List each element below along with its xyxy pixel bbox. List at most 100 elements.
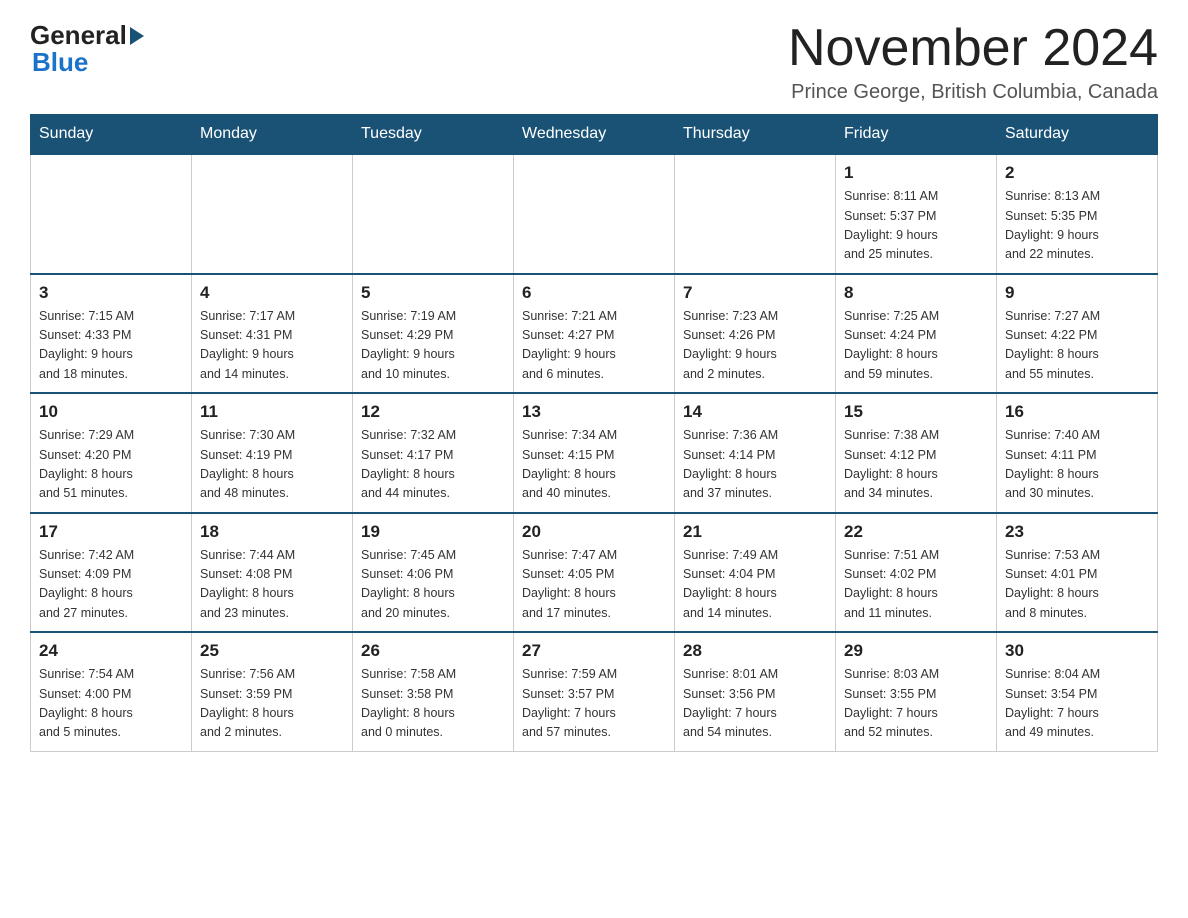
day-info: Sunrise: 8:11 AMSunset: 5:37 PMDaylight:… [844, 187, 988, 265]
day-number: 9 [1005, 283, 1149, 303]
day-cell: 28 Sunrise: 8:01 AMSunset: 3:56 PMDayligh… [675, 632, 836, 751]
title-section: November 2024 Prince George, British Col… [788, 20, 1158, 104]
day-number: 25 [200, 641, 344, 661]
day-cell: 1 Sunrise: 8:11 AMSunset: 5:37 PMDaylight… [836, 154, 997, 274]
day-info: Sunrise: 7:44 AMSunset: 4:08 PMDaylight:… [200, 546, 344, 624]
day-cell: 6 Sunrise: 7:21 AMSunset: 4:27 PMDaylight… [514, 274, 675, 394]
day-cell: 15 Sunrise: 7:38 AMSunset: 4:12 PMDayligh… [836, 393, 997, 513]
day-cell: 30Sunrise: 8:04 AMSunset: 3:54 PMDayligh… [997, 632, 1158, 751]
day-info: Sunrise: 7:23 AMSunset: 4:26 PMDaylight:… [683, 307, 827, 385]
day-number: 1 [844, 163, 988, 183]
logo-triangle-icon [130, 27, 144, 45]
day-number: 24 [39, 641, 183, 661]
day-cell [31, 154, 192, 274]
day-number: 13 [522, 402, 666, 422]
week-row-5: 24Sunrise: 7:54 AMSunset: 4:00 PMDayligh… [31, 632, 1158, 751]
day-info: Sunrise: 7:40 AMSunset: 4:11 PMDaylight:… [1005, 426, 1149, 504]
day-info: Sunrise: 7:30 AMSunset: 4:19 PMDaylight:… [200, 426, 344, 504]
location-title: Prince George, British Columbia, Canada [788, 81, 1158, 104]
day-cell: 24Sunrise: 7:54 AMSunset: 4:00 PMDayligh… [31, 632, 192, 751]
day-cell: 25 Sunrise: 7:56 AMSunset: 3:59 PMDayligh… [192, 632, 353, 751]
day-info: Sunrise: 8:13 AMSunset: 5:35 PMDaylight:… [1005, 187, 1149, 265]
weekday-header-tuesday: Tuesday [353, 115, 514, 155]
week-row-3: 10Sunrise: 7:29 AMSunset: 4:20 PMDayligh… [31, 393, 1158, 513]
day-cell [514, 154, 675, 274]
day-number: 6 [522, 283, 666, 303]
week-row-1: 1 Sunrise: 8:11 AMSunset: 5:37 PMDaylight… [31, 154, 1158, 274]
day-number: 14 [683, 402, 827, 422]
week-row-2: 3 Sunrise: 7:15 AMSunset: 4:33 PMDaylight… [31, 274, 1158, 394]
day-info: Sunrise: 7:45 AMSunset: 4:06 PMDaylight:… [361, 546, 505, 624]
day-cell [192, 154, 353, 274]
day-info: Sunrise: 7:38 AMSunset: 4:12 PMDaylight:… [844, 426, 988, 504]
day-number: 8 [844, 283, 988, 303]
day-cell: 23 Sunrise: 7:53 AMSunset: 4:01 PMDayligh… [997, 513, 1158, 633]
day-info: Sunrise: 7:15 AMSunset: 4:33 PMDaylight:… [39, 307, 183, 385]
day-cell: 19 Sunrise: 7:45 AMSunset: 4:06 PMDayligh… [353, 513, 514, 633]
day-info: Sunrise: 7:17 AMSunset: 4:31 PMDaylight:… [200, 307, 344, 385]
day-info: Sunrise: 7:27 AMSunset: 4:22 PMDaylight:… [1005, 307, 1149, 385]
day-number: 4 [200, 283, 344, 303]
calendar-table: SundayMondayTuesdayWednesdayThursdayFrid… [30, 114, 1158, 752]
day-cell: 16 Sunrise: 7:40 AMSunset: 4:11 PMDayligh… [997, 393, 1158, 513]
day-cell: 8 Sunrise: 7:25 AMSunset: 4:24 PMDaylight… [836, 274, 997, 394]
day-cell: 17 Sunrise: 7:42 AMSunset: 4:09 PMDayligh… [31, 513, 192, 633]
day-info: Sunrise: 7:21 AMSunset: 4:27 PMDaylight:… [522, 307, 666, 385]
day-cell: 21 Sunrise: 7:49 AMSunset: 4:04 PMDayligh… [675, 513, 836, 633]
day-cell: 10Sunrise: 7:29 AMSunset: 4:20 PMDayligh… [31, 393, 192, 513]
day-number: 10 [39, 402, 183, 422]
day-info: Sunrise: 8:01 AMSunset: 3:56 PMDaylight:… [683, 665, 827, 743]
day-number: 12 [361, 402, 505, 422]
day-number: 29 [844, 641, 988, 661]
day-number: 3 [39, 283, 183, 303]
weekday-header-wednesday: Wednesday [514, 115, 675, 155]
day-info: Sunrise: 7:34 AMSunset: 4:15 PMDaylight:… [522, 426, 666, 504]
day-number: 21 [683, 522, 827, 542]
logo-blue: Blue [32, 47, 88, 78]
day-number: 11 [200, 402, 344, 422]
day-number: 18 [200, 522, 344, 542]
day-info: Sunrise: 7:56 AMSunset: 3:59 PMDaylight:… [200, 665, 344, 743]
day-number: 26 [361, 641, 505, 661]
day-cell: 20Sunrise: 7:47 AMSunset: 4:05 PMDayligh… [514, 513, 675, 633]
day-number: 5 [361, 283, 505, 303]
day-number: 19 [361, 522, 505, 542]
day-info: Sunrise: 7:32 AMSunset: 4:17 PMDaylight:… [361, 426, 505, 504]
day-cell: 13 Sunrise: 7:34 AMSunset: 4:15 PMDayligh… [514, 393, 675, 513]
weekday-header-row: SundayMondayTuesdayWednesdayThursdayFrid… [31, 115, 1158, 155]
day-cell: 7Sunrise: 7:23 AMSunset: 4:26 PMDaylight… [675, 274, 836, 394]
weekday-header-friday: Friday [836, 115, 997, 155]
day-number: 15 [844, 402, 988, 422]
day-cell: 9 Sunrise: 7:27 AMSunset: 4:22 PMDaylight… [997, 274, 1158, 394]
day-cell: 12 Sunrise: 7:32 AMSunset: 4:17 PMDayligh… [353, 393, 514, 513]
weekday-header-sunday: Sunday [31, 115, 192, 155]
day-info: Sunrise: 7:42 AMSunset: 4:09 PMDaylight:… [39, 546, 183, 624]
day-number: 16 [1005, 402, 1149, 422]
day-cell: 27Sunrise: 7:59 AMSunset: 3:57 PMDayligh… [514, 632, 675, 751]
day-info: Sunrise: 8:04 AMSunset: 3:54 PMDaylight:… [1005, 665, 1149, 743]
day-number: 27 [522, 641, 666, 661]
day-info: Sunrise: 7:25 AMSunset: 4:24 PMDaylight:… [844, 307, 988, 385]
day-info: Sunrise: 7:53 AMSunset: 4:01 PMDaylight:… [1005, 546, 1149, 624]
day-number: 2 [1005, 163, 1149, 183]
day-number: 20 [522, 522, 666, 542]
day-cell: 4 Sunrise: 7:17 AMSunset: 4:31 PMDaylight… [192, 274, 353, 394]
day-cell: 18 Sunrise: 7:44 AMSunset: 4:08 PMDayligh… [192, 513, 353, 633]
day-info: Sunrise: 7:49 AMSunset: 4:04 PMDaylight:… [683, 546, 827, 624]
day-info: Sunrise: 7:51 AMSunset: 4:02 PMDaylight:… [844, 546, 988, 624]
day-cell: 2 Sunrise: 8:13 AMSunset: 5:35 PMDaylight… [997, 154, 1158, 274]
day-info: Sunrise: 7:36 AMSunset: 4:14 PMDaylight:… [683, 426, 827, 504]
day-number: 17 [39, 522, 183, 542]
week-row-4: 17 Sunrise: 7:42 AMSunset: 4:09 PMDayligh… [31, 513, 1158, 633]
day-info: Sunrise: 7:58 AMSunset: 3:58 PMDaylight:… [361, 665, 505, 743]
month-title: November 2024 [788, 20, 1158, 77]
weekday-header-monday: Monday [192, 115, 353, 155]
weekday-header-thursday: Thursday [675, 115, 836, 155]
day-number: 23 [1005, 522, 1149, 542]
day-number: 28 [683, 641, 827, 661]
day-cell: 11 Sunrise: 7:30 AMSunset: 4:19 PMDayligh… [192, 393, 353, 513]
day-cell: 5 Sunrise: 7:19 AMSunset: 4:29 PMDaylight… [353, 274, 514, 394]
day-cell: 26 Sunrise: 7:58 AMSunset: 3:58 PMDayligh… [353, 632, 514, 751]
day-info: Sunrise: 7:19 AMSunset: 4:29 PMDaylight:… [361, 307, 505, 385]
day-cell [353, 154, 514, 274]
